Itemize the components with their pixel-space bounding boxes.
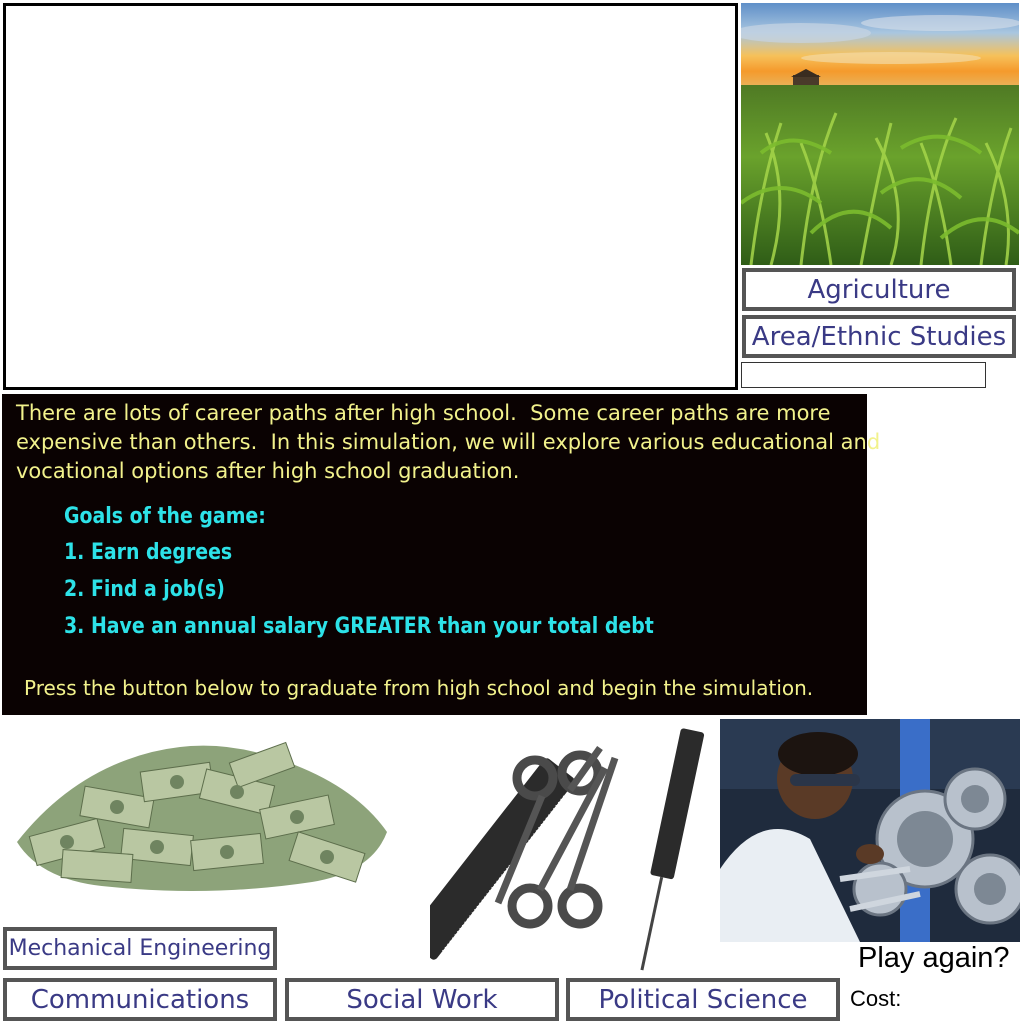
scissors-combs-image (430, 728, 705, 976)
display-area (3, 3, 738, 390)
cost-label: Cost: (850, 986, 902, 1011)
communications-button[interactable]: Communications (3, 978, 277, 1021)
mechanical-engineering-button[interactable]: Mechanical Engineering (3, 927, 277, 970)
intro-text: There are lots of career paths after hig… (16, 399, 881, 486)
goal-item: 2. Find a job(s) (64, 577, 225, 602)
intro-line-3: vocational options after high school gra… (16, 459, 520, 483)
intro-line-2: expensive than others. In this simulatio… (16, 430, 881, 454)
cornfield-image (741, 3, 1019, 265)
goal-item: 3. Have an annual salary GREATER than yo… (64, 614, 654, 639)
play-again-button[interactable]: Play again? (858, 942, 1010, 975)
press-button-instruction: Press the button below to graduate from … (24, 676, 814, 700)
political-science-button[interactable]: Political Science (566, 978, 840, 1021)
social-work-button[interactable]: Social Work (285, 978, 559, 1021)
intro-line-1: There are lots of career paths after hig… (16, 401, 831, 425)
goal-item: 1. Earn degrees (64, 540, 233, 565)
agriculture-button[interactable]: Agriculture (742, 268, 1016, 311)
scientist-lab-image (720, 719, 1020, 942)
blank-field (741, 362, 986, 388)
area-ethnic-studies-button[interactable]: Area/Ethnic Studies (742, 315, 1016, 358)
money-pile-image (12, 732, 390, 898)
goals-title: Goals of the game: (64, 504, 266, 529)
